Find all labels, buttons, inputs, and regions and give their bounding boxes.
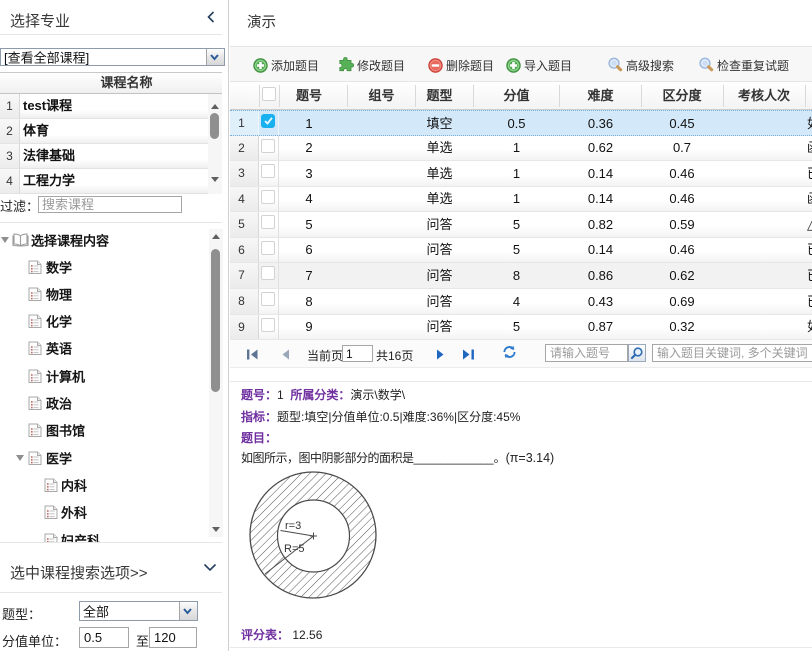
- svg-text:r=3: r=3: [285, 520, 301, 532]
- svg-text:R=5: R=5: [284, 543, 305, 555]
